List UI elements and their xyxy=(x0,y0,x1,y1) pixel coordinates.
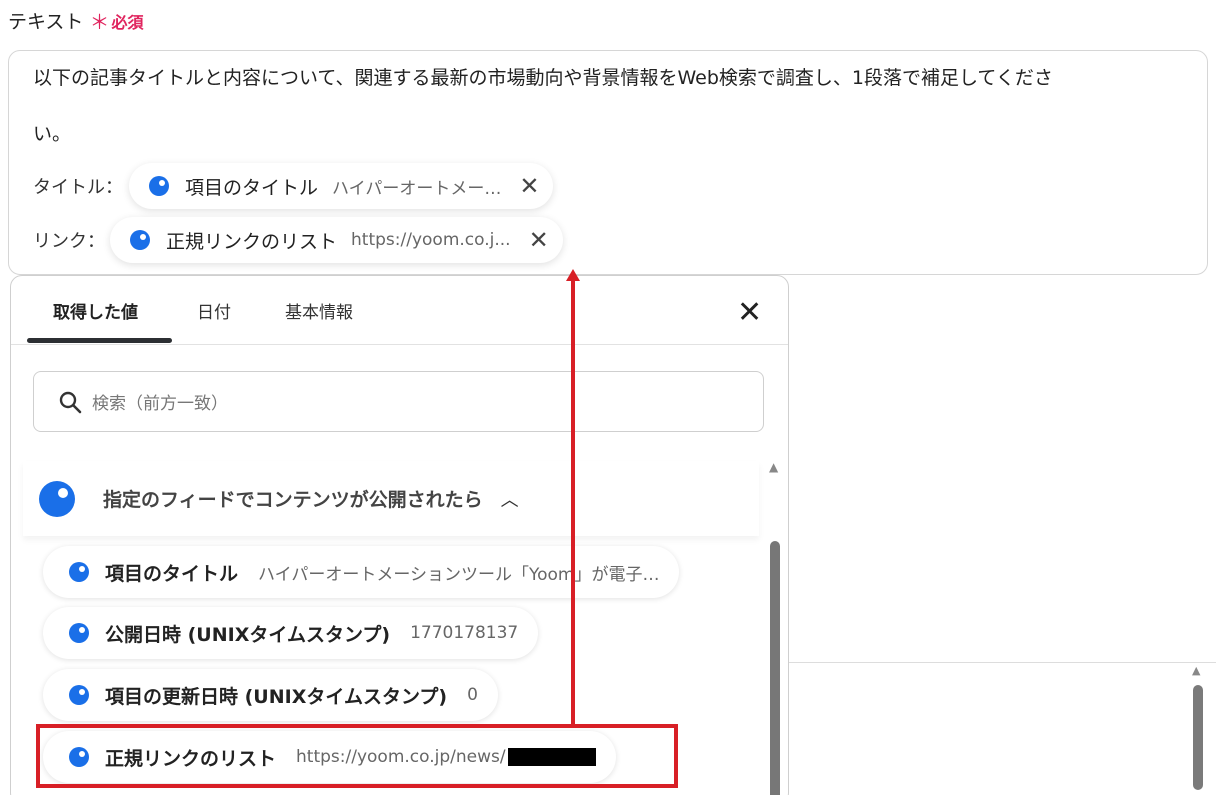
link-row-label: リンク： xyxy=(33,231,105,252)
active-tab-indicator xyxy=(27,338,172,343)
close-icon[interactable]: ✕ xyxy=(519,174,539,198)
required-text: 必須 xyxy=(111,12,144,32)
item-dot-icon xyxy=(69,685,89,705)
variable-chip-link[interactable]: 正規リンクのリスト https://yoom.co.j... ✕ xyxy=(110,217,563,263)
chip-value: https://yoom.co.j... xyxy=(351,230,511,250)
right-output-area xyxy=(789,662,1216,795)
item-name: 項目のタイトル xyxy=(105,562,239,585)
value-item-title[interactable]: 項目のタイトル ハイパーオートメーションツール「Yoom」が電子… xyxy=(43,546,680,598)
item-dot-icon xyxy=(130,230,150,250)
field-label-text: テキスト xyxy=(8,11,84,33)
tab-acquired-values[interactable]: 取得した値 xyxy=(53,298,138,323)
annotation-arrow-line xyxy=(571,278,575,724)
required-star-icon: ＊ xyxy=(89,10,110,34)
chip-name: 正規リンクのリスト xyxy=(166,230,338,253)
close-icon[interactable]: ✕ xyxy=(529,228,549,252)
trigger-group-header[interactable]: 指定のフィードでコンテンツが公開されたら ︿ xyxy=(23,461,759,536)
chip-name: 項目のタイトル xyxy=(185,176,319,199)
annotation-highlight-box xyxy=(36,724,678,788)
search-icon xyxy=(59,391,82,413)
item-dot-icon xyxy=(69,562,89,582)
group-title: 指定のフィードでコンテンツが公開されたら xyxy=(103,489,483,511)
search-input[interactable]: 検索（前方一致） xyxy=(33,371,764,432)
value-item-published-time[interactable]: 公開日時 (UNIXタイムスタンプ) 1770178137 xyxy=(43,607,539,659)
field-label: テキスト ＊ 必須 xyxy=(8,6,143,35)
scroll-up-icon[interactable]: ▲ xyxy=(769,460,778,474)
close-icon[interactable]: ✕ xyxy=(737,298,762,328)
prompt-line-2: い。 xyxy=(33,123,72,145)
tab-basic-info[interactable]: 基本情報 xyxy=(285,298,353,323)
scroll-up-icon[interactable]: ▲ xyxy=(1192,664,1200,677)
prompt-line-1: 以下の記事タイトルと内容について、関連する最新の市場動向や背景情報をWeb検索で… xyxy=(33,67,1053,89)
chip-value: ハイパーオートメー… xyxy=(332,178,502,199)
item-value: 0 xyxy=(467,685,478,705)
item-dot-icon xyxy=(69,623,89,643)
scrollbar-thumb[interactable] xyxy=(770,541,780,795)
item-name: 項目の更新日時 (UNIXタイムスタンプ) xyxy=(105,685,448,708)
item-dot-icon xyxy=(39,480,75,517)
title-row-label: タイトル： xyxy=(33,177,123,198)
variable-chip-title[interactable]: 項目のタイトル ハイパーオートメー… ✕ xyxy=(129,163,554,209)
value-picker-panel: 取得した値 日付 基本情報 ✕ 検索（前方一致） 指定のフィードでコンテンツが公… xyxy=(10,275,789,795)
tab-divider xyxy=(11,344,788,345)
chevron-up-icon[interactable]: ︿ xyxy=(501,486,519,512)
value-item-updated-time[interactable]: 項目の更新日時 (UNIXタイムスタンプ) 0 xyxy=(43,669,498,721)
tab-date[interactable]: 日付 xyxy=(197,298,231,323)
item-name: 公開日時 (UNIXタイムスタンプ) xyxy=(105,623,391,646)
annotation-arrow-head-icon xyxy=(566,269,580,281)
item-dot-icon xyxy=(149,176,169,196)
item-value: ハイパーオートメーションツール「Yoom」が電子… xyxy=(258,564,660,585)
right-scrollbar-thumb[interactable] xyxy=(1193,685,1203,790)
search-placeholder: 検索（前方一致） xyxy=(92,394,228,414)
panel-scrollbar[interactable]: ▲ xyxy=(764,456,786,795)
item-value: 1770178137 xyxy=(410,623,519,643)
